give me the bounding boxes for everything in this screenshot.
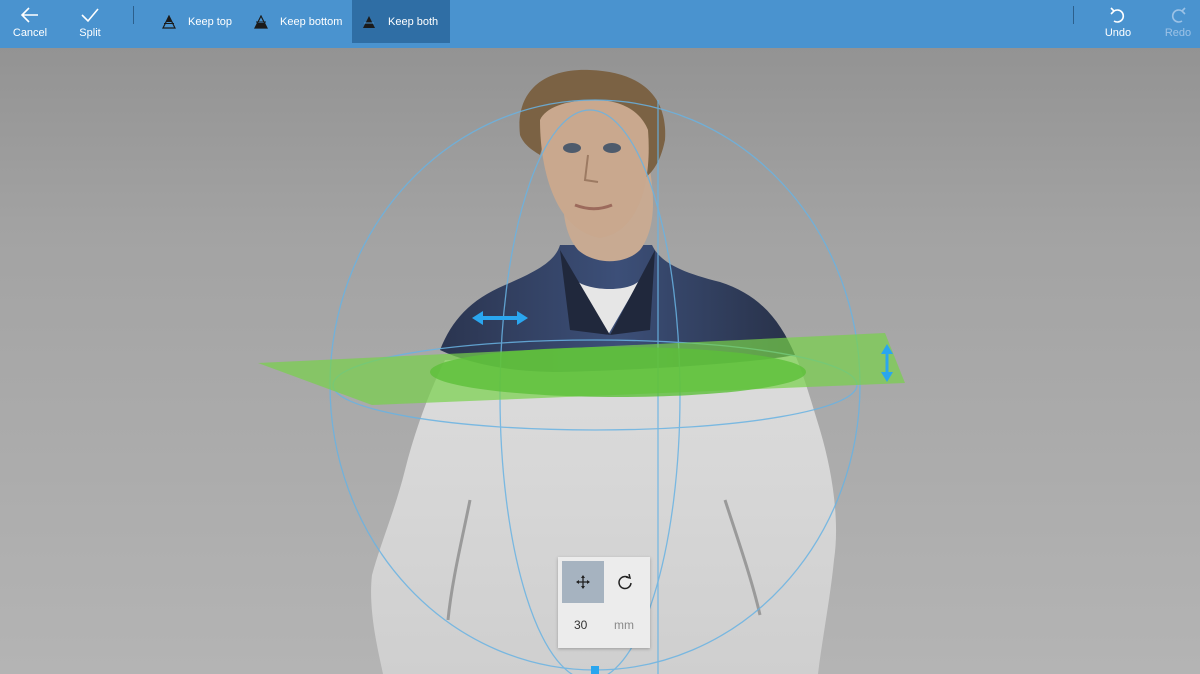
- redo-button[interactable]: Redo: [1150, 0, 1200, 48]
- undo-label: Undo: [1104, 27, 1132, 39]
- back-arrow-icon: [20, 7, 38, 23]
- keep-top-icon: [162, 14, 176, 29]
- undo-button[interactable]: Undo: [1090, 0, 1146, 48]
- rotate-mode-button[interactable]: [604, 561, 646, 603]
- redo-label: Redo: [1164, 27, 1192, 39]
- bottom-drag-handle[interactable]: [591, 666, 599, 674]
- move-mode-button[interactable]: [562, 561, 604, 603]
- distance-value[interactable]: 30: [574, 618, 587, 632]
- keep-bottom-button[interactable]: Keep bottom: [244, 0, 352, 43]
- undo-icon: [1110, 7, 1125, 23]
- cancel-label: Cancel: [12, 27, 48, 39]
- keep-both-icon: [363, 15, 375, 28]
- split-button[interactable]: Split: [62, 0, 118, 48]
- distance-unit: mm: [614, 618, 634, 632]
- command-bar: Cancel Split Keep top Keep bottom Keep b…: [0, 0, 1200, 48]
- keep-top-button[interactable]: Keep top: [152, 0, 242, 43]
- keep-top-label: Keep top: [188, 15, 233, 28]
- keep-both-label: Keep both: [388, 15, 439, 28]
- keep-bottom-label: Keep bottom: [280, 15, 343, 28]
- checkmark-icon: [81, 8, 99, 23]
- rotate-icon: [618, 574, 632, 590]
- redo-icon: [1171, 7, 1186, 23]
- model-upper-half[interactable]: [440, 69, 795, 372]
- toolbar-separator: [1073, 6, 1074, 24]
- cancel-button[interactable]: Cancel: [2, 0, 58, 48]
- keep-both-button[interactable]: Keep both: [352, 0, 450, 43]
- split-label: Split: [79, 27, 101, 39]
- toolbar-separator: [133, 6, 134, 24]
- move-icon: [576, 575, 590, 589]
- transform-panel: 30 mm: [558, 557, 650, 648]
- keep-bottom-icon: [254, 14, 268, 29]
